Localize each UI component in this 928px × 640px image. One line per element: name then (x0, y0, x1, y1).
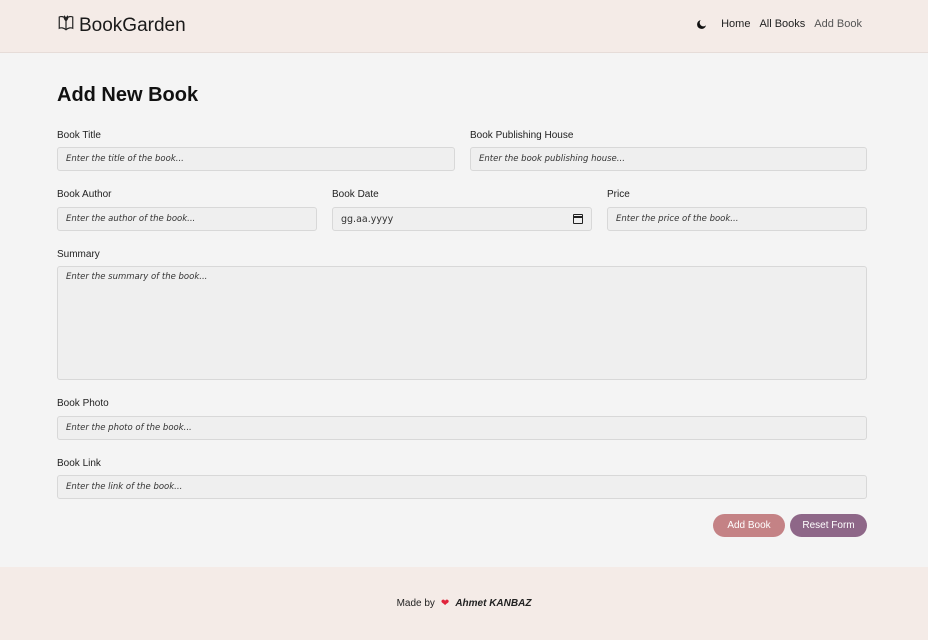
footer-made-by: Made by (396, 598, 435, 609)
photo-group: Book Photo Enter the photo of the book..… (57, 397, 867, 440)
publisher-label: Book Publishing House (470, 130, 574, 141)
summary-group: Summary Enter the summary of the book... (57, 248, 867, 380)
date-label: Book Date (332, 189, 379, 200)
dark-mode-toggle-icon[interactable] (696, 18, 708, 30)
nav-all-books-link[interactable]: All Books (759, 18, 805, 30)
nav-menu: Home All Books Add Book (696, 18, 862, 30)
date-group: Book Date gg.aa.yyyy (332, 188, 592, 231)
nav-home-link[interactable]: Home (721, 18, 750, 30)
heart-icon: ❤ (440, 598, 450, 609)
price-label: Price (607, 189, 630, 200)
summary-textarea[interactable]: Enter the summary of the book... (57, 266, 867, 380)
footer-author: Ahmet KANBAZ (455, 598, 532, 609)
date-placeholder: gg.aa.yyyy (341, 213, 394, 225)
photo-input[interactable]: Enter the photo of the book... (57, 416, 867, 440)
brand-name: BookGarden (79, 15, 186, 36)
book-title-group: Book Title Enter the title of the book..… (57, 129, 455, 171)
calendar-icon[interactable] (573, 214, 583, 224)
book-garden-icon (57, 14, 75, 38)
reset-form-button[interactable]: Reset Form (790, 514, 867, 537)
author-group: Book Author Enter the author of the book… (57, 188, 317, 231)
price-input[interactable]: Enter the price of the book... (607, 207, 867, 231)
page-title: Add New Book (57, 84, 199, 106)
nav-add-book-link[interactable]: Add Book (814, 18, 862, 30)
book-title-label: Book Title (57, 130, 101, 141)
photo-label: Book Photo (57, 398, 109, 409)
date-input[interactable]: gg.aa.yyyy (332, 207, 592, 231)
link-label: Book Link (57, 458, 101, 469)
publisher-input[interactable]: Enter the book publishing house... (470, 147, 867, 171)
add-book-button[interactable]: Add Book (713, 514, 785, 537)
author-label: Book Author (57, 189, 112, 200)
author-input[interactable]: Enter the author of the book... (57, 207, 317, 231)
link-group: Book Link Enter the link of the book... (57, 457, 867, 499)
summary-label: Summary (57, 249, 100, 260)
price-group: Price Enter the price of the book... (607, 188, 867, 231)
navbar: BookGarden Home All Books Add Book (0, 0, 928, 53)
footer: Made by ❤ Ahmet KANBAZ (0, 567, 928, 640)
link-input[interactable]: Enter the link of the book... (57, 475, 867, 499)
brand-logo-link[interactable]: BookGarden (57, 14, 186, 38)
publisher-group: Book Publishing House Enter the book pub… (470, 129, 867, 171)
book-title-input[interactable]: Enter the title of the book... (57, 147, 455, 171)
